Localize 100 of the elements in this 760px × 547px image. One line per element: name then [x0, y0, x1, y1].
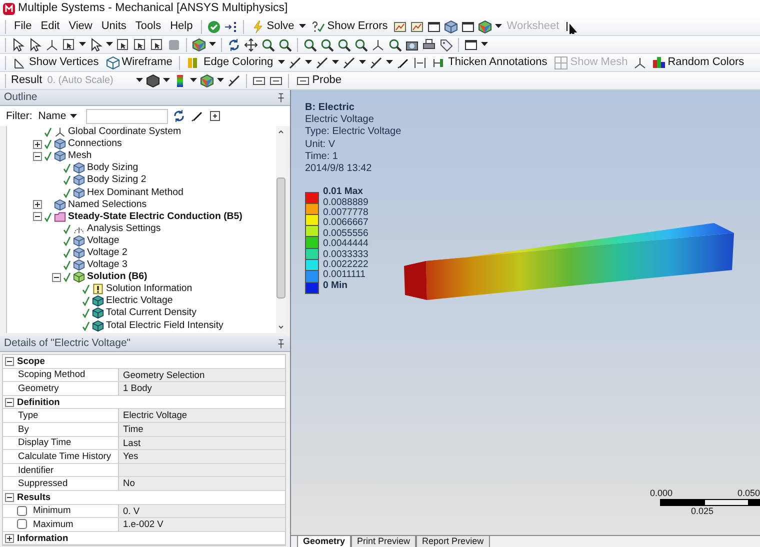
cube-icon[interactable] — [73, 234, 85, 247]
cursor-icon[interactable] — [28, 38, 42, 52]
line-icon[interactable] — [369, 56, 384, 70]
printer-icon[interactable] — [422, 38, 436, 52]
magnifier-icon[interactable] — [261, 38, 275, 52]
cube-icon[interactable] — [444, 20, 458, 34]
window-icon[interactable] — [460, 20, 475, 34]
tree-item[interactable]: Total Electric Field Intensity — [106, 320, 224, 332]
bracket-icon[interactable] — [413, 56, 428, 70]
filter-dropdown[interactable]: Name — [36, 108, 82, 124]
toolbar-button[interactable]: Wireframe — [104, 56, 174, 70]
caret-icon[interactable] — [70, 114, 78, 118]
tree-item[interactable]: Global Coordinate System — [68, 126, 182, 138]
tree-item[interactable]: Mesh — [68, 150, 92, 162]
view-tab[interactable]: Report Preview — [416, 536, 490, 547]
collapse-icon[interactable] — [52, 272, 61, 282]
checkbox[interactable] — [17, 519, 27, 530]
expand-icon[interactable] — [3, 534, 15, 543]
toolbar-button[interactable]: Thicken Annotations — [430, 56, 550, 70]
move-icon[interactable] — [244, 38, 258, 52]
toolbar-button[interactable]: Edge Coloring — [185, 56, 276, 70]
arrow-icon[interactable] — [224, 20, 238, 34]
tree-item[interactable]: Voltage — [87, 234, 120, 247]
cube-icon[interactable] — [192, 38, 206, 52]
window-icon[interactable] — [426, 20, 441, 34]
cube-icon[interactable] — [73, 162, 85, 174]
tree-item[interactable]: Analysis Settings — [87, 222, 161, 235]
menu-item[interactable]: View — [66, 20, 96, 34]
tree-item[interactable]: Body Sizing — [87, 162, 138, 174]
tree-item[interactable]: Voltage 2 — [87, 246, 128, 259]
rotate-icon[interactable] — [227, 38, 241, 52]
magnifier-icon[interactable] — [303, 38, 317, 52]
expand-icon[interactable] — [208, 109, 222, 123]
magnifier-icon[interactable] — [320, 38, 334, 52]
axes-icon[interactable] — [371, 38, 385, 52]
caret-icon[interactable] — [163, 78, 170, 83]
tree-item[interactable]: Steady-State Electric Conduction (B5) — [68, 210, 242, 223]
caret-icon[interactable] — [332, 60, 340, 65]
color-bars-icon[interactable] — [652, 56, 666, 70]
collapse-icon[interactable] — [3, 356, 15, 366]
axes-icon[interactable] — [45, 38, 59, 52]
rotate-icon[interactable] — [172, 109, 186, 123]
view-tab[interactable]: Print Preview — [351, 536, 416, 547]
check-icon[interactable] — [206, 20, 221, 34]
chart-icon[interactable] — [392, 20, 407, 34]
tag-icon[interactable] — [439, 38, 453, 52]
cube-icon[interactable] — [92, 320, 104, 332]
magnifier-icon[interactable] — [388, 38, 402, 52]
select-box-icon[interactable] — [116, 38, 130, 52]
cube-icon[interactable] — [54, 198, 66, 211]
info-icon[interactable] — [92, 283, 104, 296]
caret-icon[interactable] — [209, 42, 216, 47]
cube-icon[interactable] — [92, 295, 104, 308]
wireframe-icon[interactable] — [106, 56, 120, 70]
caret-icon[interactable] — [278, 60, 286, 65]
scale-field[interactable]: 0. (Auto Scale) — [45, 73, 134, 88]
tree-item[interactable]: Body Sizing 2 — [87, 174, 146, 186]
collapse-icon[interactable] — [3, 398, 15, 407]
select-box-icon[interactable] — [62, 38, 76, 52]
cube-icon[interactable] — [54, 138, 66, 150]
caret-icon[interactable] — [190, 78, 198, 83]
select-box-icon[interactable] — [133, 38, 147, 52]
toolbar-button[interactable]: Show Vertices — [11, 56, 101, 70]
caret-icon[interactable] — [217, 78, 224, 83]
collapse-icon[interactable] — [33, 212, 42, 222]
magnifier-icon[interactable] — [278, 38, 292, 52]
filter-field[interactable] — [86, 108, 168, 124]
cube-icon[interactable] — [200, 74, 214, 88]
caret-icon[interactable] — [386, 60, 394, 65]
chart-icon[interactable] — [410, 20, 424, 34]
folder-icon[interactable] — [54, 210, 66, 223]
menu-item[interactable]: Help — [167, 20, 196, 34]
toolbar-button[interactable]: Random Colors — [650, 56, 746, 70]
menu-item[interactable]: Edit — [38, 20, 63, 34]
cube-icon[interactable] — [73, 186, 85, 199]
collapse-icon[interactable] — [3, 492, 15, 502]
select-box-icon[interactable] — [150, 38, 164, 52]
cube-icon[interactable] — [92, 307, 104, 320]
pen-icon[interactable] — [190, 109, 204, 123]
toolbar-button[interactable]: Show Errors — [309, 20, 390, 34]
menu-item[interactable]: Tools — [132, 20, 164, 34]
tree-item[interactable]: Voltage 3 — [87, 259, 128, 272]
menu-item[interactable]: Units — [98, 20, 130, 34]
caret-icon[interactable] — [299, 24, 306, 29]
window-icon[interactable] — [464, 38, 478, 52]
line-icon[interactable] — [315, 56, 330, 70]
caret-icon[interactable] — [494, 24, 502, 29]
axes-icon[interactable] — [632, 56, 647, 70]
toolbar-button[interactable]: Solve — [248, 20, 296, 34]
vertex-icon[interactable] — [13, 56, 27, 70]
view-tab[interactable]: Geometry — [297, 536, 352, 547]
cube-icon[interactable] — [478, 20, 492, 34]
tree-item[interactable]: Total Current Density — [106, 307, 196, 320]
cube-icon[interactable] — [73, 174, 85, 186]
caret-icon[interactable] — [305, 60, 312, 65]
tree-item[interactable]: Named Selections — [68, 198, 147, 211]
cube-icon[interactable] — [73, 259, 85, 272]
magnifier-icon[interactable] — [354, 38, 368, 52]
line-icon[interactable] — [288, 56, 302, 70]
tree-item[interactable]: Hex Dominant Method — [87, 186, 184, 199]
